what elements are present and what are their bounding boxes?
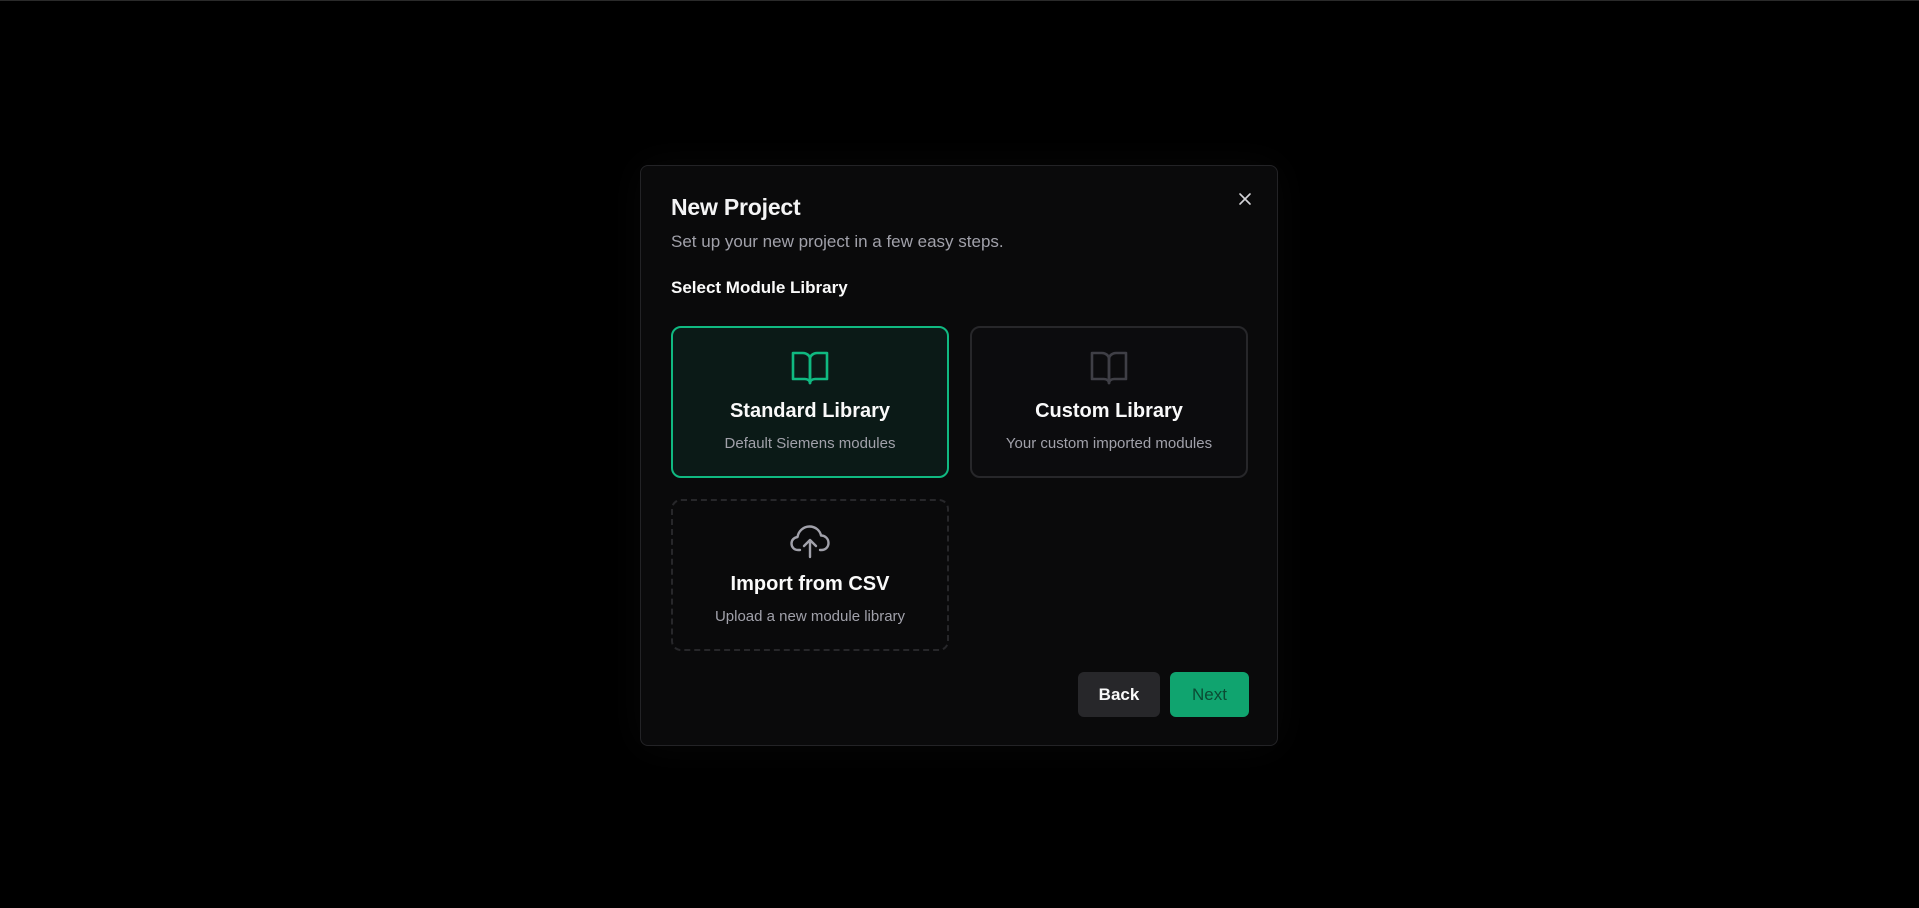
dialog-title: New Project (671, 194, 801, 220)
option-import-csv[interactable]: Import from CSV Upload a new module libr… (671, 499, 949, 651)
option-description: Default Siemens modules (724, 435, 896, 452)
option-title: Standard Library (729, 400, 891, 422)
book-open-icon (1090, 351, 1128, 385)
option-standard-library[interactable]: Standard Library Default Siemens modules (671, 326, 949, 478)
new-project-dialog: New Project Set up your new project in a… (640, 165, 1278, 746)
option-title: Import from CSV (730, 573, 890, 595)
close-icon (1239, 193, 1251, 205)
option-title: Custom Library (1035, 400, 1183, 422)
back-button[interactable]: Back (1078, 672, 1160, 717)
book-open-icon (791, 351, 829, 385)
option-description: Your custom imported modules (1005, 435, 1213, 452)
option-custom-library[interactable]: Custom Library Your custom imported modu… (970, 326, 1248, 478)
cloud-upload-icon (790, 525, 830, 559)
option-description: Upload a new module library (714, 608, 906, 625)
top-divider (0, 0, 1919, 1)
next-button[interactable]: Next (1170, 672, 1249, 717)
dialog-subtitle: Set up your new project in a few easy st… (671, 232, 1004, 251)
close-button[interactable] (1233, 187, 1257, 211)
section-label: Select Module Library (671, 278, 848, 297)
